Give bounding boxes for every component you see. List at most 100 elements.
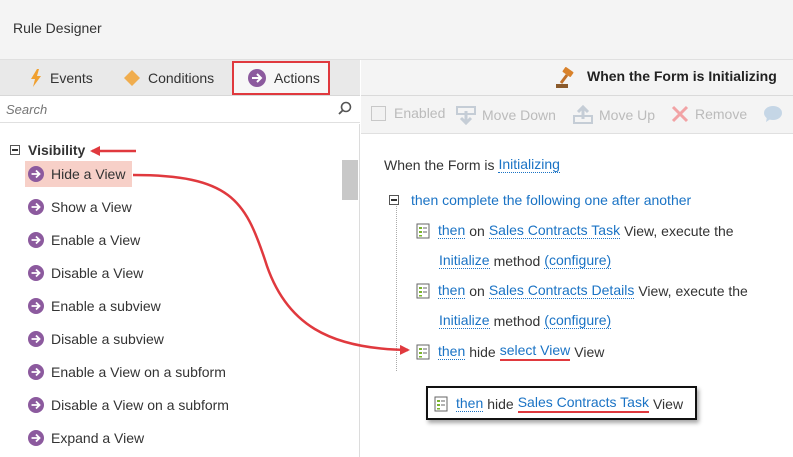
rule-toolbar: Enabled Move Down Move Up Remove (361, 96, 793, 134)
tab-events-label: Events (50, 70, 93, 86)
method-text: method (493, 252, 541, 269)
comment-icon (763, 105, 783, 123)
then-link[interactable]: then (456, 395, 484, 412)
search-input[interactable] (6, 99, 326, 119)
move-down-label: Move Down (482, 107, 556, 123)
event-prefix: When the Form is (384, 156, 495, 173)
on-text: on (469, 282, 485, 299)
action-show-view[interactable]: Show a View (28, 194, 132, 220)
collapse-icon[interactable] (389, 195, 399, 205)
action-label: Expand a View (51, 430, 145, 446)
view-link[interactable]: Sales Contracts Task (488, 222, 621, 239)
action-label: Disable a View (51, 265, 144, 281)
move-up-icon (573, 105, 593, 125)
title-bar: Rule Designer (0, 0, 793, 60)
action-label: Enable a View (51, 232, 141, 248)
action-label: Enable a subview (51, 298, 161, 314)
tab-events[interactable]: Events (30, 60, 93, 96)
rule-header: When the Form is Initializing (361, 60, 793, 96)
action-row-3: then hide select View View (416, 342, 604, 361)
action-label: Enable a View on a subform (51, 364, 226, 380)
on-text: on (469, 222, 485, 239)
action-row-1-cont: Initialize method (configure) (439, 252, 612, 269)
tab-actions[interactable]: Actions (232, 61, 330, 95)
move-up-label: Move Up (599, 107, 656, 123)
window-title: Rule Designer (13, 20, 102, 36)
action-disable-view[interactable]: Disable a View (28, 260, 143, 286)
move-up-button[interactable]: Move Up (573, 105, 655, 125)
search-bar (0, 96, 360, 123)
view-text: View (652, 395, 684, 412)
rule-action-icon (434, 396, 448, 412)
view-link[interactable]: Sales Contracts Details (488, 282, 635, 299)
hide-text: hide (469, 343, 496, 360)
search-icon[interactable] (338, 101, 352, 118)
action-enable-view[interactable]: Enable a View (28, 227, 140, 253)
action-arrow-icon (28, 430, 44, 446)
then-link[interactable]: then (438, 222, 466, 239)
select-view-link[interactable]: select View (499, 342, 571, 361)
tree-connector-line (396, 206, 397, 371)
mid-text: View, execute the (638, 282, 748, 299)
tree-scrollbar[interactable] (342, 160, 358, 200)
diamond-icon (124, 70, 140, 86)
remove-label: Remove (695, 106, 748, 122)
result-row: then hide Sales Contracts Task View (434, 394, 683, 413)
gavel-icon (555, 67, 579, 92)
visibility-group[interactable]: Visibility (10, 142, 85, 158)
method-link[interactable]: Initialize (439, 252, 490, 269)
then-block[interactable]: then complete the following one after an… (389, 192, 691, 208)
action-row-2: then on Sales Contracts Details View, ex… (416, 282, 748, 299)
rule-action-icon (416, 283, 430, 299)
view-text: View (574, 343, 605, 360)
action-disable-subview[interactable]: Disable a subview (28, 326, 164, 352)
action-arrow-icon (28, 397, 44, 413)
action-arrow-icon (28, 265, 44, 281)
designer-tabs: Events Conditions Actions (0, 60, 360, 96)
action-arrow-icon (28, 166, 44, 182)
action-arrow-icon (28, 199, 44, 215)
configure-link[interactable]: (configure) (544, 252, 612, 269)
then-link[interactable]: then (438, 343, 466, 360)
action-row-1: then on Sales Contracts Task View, execu… (416, 222, 734, 239)
action-arrow-icon (28, 298, 44, 314)
action-enable-subview[interactable]: Enable a subview (28, 293, 161, 319)
action-row-2-cont: Initialize method (configure) (439, 312, 612, 329)
action-disable-view-subform[interactable]: Disable a View on a subform (28, 392, 229, 418)
actions-tree: Visibility Hide a View Show a View Enabl… (0, 124, 360, 457)
action-expand-view[interactable]: Expand a View (28, 425, 144, 451)
visibility-group-label: Visibility (28, 142, 86, 158)
move-down-button[interactable]: Move Down (456, 105, 556, 125)
lightning-icon (30, 69, 42, 87)
arrow-circle-icon (248, 69, 266, 87)
action-arrow-icon (28, 331, 44, 347)
action-enable-view-subform[interactable]: Enable a View on a subform (28, 359, 226, 385)
rule-action-icon (416, 344, 430, 360)
remove-icon (671, 105, 689, 123)
comment-button[interactable] (763, 105, 789, 123)
then-link[interactable]: then (438, 282, 466, 299)
configure-link[interactable]: (configure) (544, 312, 612, 329)
enabled-checkbox[interactable] (371, 105, 386, 121)
enabled-toggle[interactable]: Enabled (371, 105, 445, 121)
remove-button[interactable]: Remove (671, 105, 747, 123)
result-callout: then hide Sales Contracts Task View (426, 386, 697, 420)
move-down-icon (456, 105, 476, 125)
method-link[interactable]: Initialize (439, 312, 490, 329)
rule-action-icon (416, 223, 430, 239)
action-label: Disable a View on a subform (51, 397, 229, 413)
hide-text: hide (487, 395, 514, 412)
action-label: Disable a subview (51, 331, 164, 347)
action-arrow-icon (28, 232, 44, 248)
event-link[interactable]: Initializing (498, 156, 560, 173)
tab-conditions[interactable]: Conditions (124, 60, 214, 96)
result-view-link[interactable]: Sales Contracts Task (517, 394, 649, 413)
action-hide-view[interactable]: Hide a View (25, 161, 132, 187)
collapse-icon[interactable] (10, 145, 20, 155)
action-arrow-icon (28, 364, 44, 380)
tab-conditions-label: Conditions (148, 70, 215, 86)
tab-actions-label: Actions (274, 70, 320, 86)
block-label[interactable]: then complete the following one after an… (411, 192, 691, 208)
action-label: Hide a View (51, 166, 126, 182)
rule-header-title: When the Form is Initializing (587, 68, 777, 84)
